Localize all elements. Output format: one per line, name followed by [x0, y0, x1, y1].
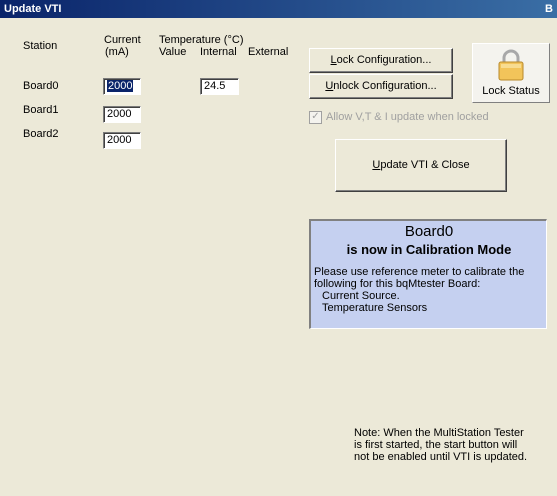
value-header: Value: [159, 46, 187, 58]
calibration-item-current: Current Source.: [322, 290, 400, 302]
current-field-board0[interactable]: 2000: [103, 78, 141, 95]
update-button-label: pdate VTI & Close: [380, 159, 470, 171]
current-value-board2: 2000: [107, 134, 132, 146]
temperature-header: Temperature (°C): [159, 34, 244, 46]
title-bar-right-text: B: [545, 3, 553, 15]
station-label-board0: Board0: [23, 80, 59, 92]
calibration-line2: following for this bqMtester Board:: [314, 278, 481, 290]
unlock-configuration-button[interactable]: Unlock Configuration...: [309, 74, 453, 99]
lock-status-panel: Lock Status: [472, 43, 550, 103]
internal-temp-field-board0[interactable]: 24.5: [200, 78, 239, 95]
calibration-mode-panel: Board0 is now in Calibration Mode Please…: [309, 219, 547, 329]
current-header-line2: (mA): [105, 46, 129, 58]
update-vti-close-button[interactable]: Update VTI & Close: [335, 139, 507, 192]
station-header: Station: [23, 40, 58, 52]
external-header: External: [248, 46, 289, 58]
current-value-board0: 2000: [107, 80, 134, 92]
internal-temp-value-board0: 24.5: [204, 80, 226, 92]
unlock-button-label: nlock Configuration...: [333, 80, 437, 92]
allow-update-checkbox[interactable]: ✓: [309, 111, 322, 124]
current-field-board1[interactable]: 2000: [103, 106, 141, 123]
calibration-item-temperature: Temperature Sensors: [322, 302, 428, 314]
padlock-icon: [498, 49, 524, 81]
title-bar[interactable]: Update VTI B: [0, 0, 557, 18]
update-vti-window: Update VTI B Station Current (mA) Temper…: [0, 0, 557, 496]
note-line1: Note: When the MultiStation Tester: [354, 427, 524, 439]
note-line2: is first started, the start button will: [354, 439, 518, 451]
current-value-board1: 2000: [107, 108, 132, 120]
lock-button-label: ock Configuration...: [336, 54, 432, 66]
station-label-board1: Board1: [23, 104, 59, 116]
startup-note: Note: When the MultiStation Tester is fi…: [354, 427, 527, 463]
lock-status-label: Lock Status: [482, 85, 540, 97]
calibration-board-name: Board0: [404, 223, 454, 240]
current-header-line1: Current: [104, 34, 141, 46]
calibration-line1: Please use reference meter to calibrate …: [314, 266, 525, 278]
lock-configuration-button[interactable]: Lock Configuration...: [309, 48, 453, 73]
allow-update-label: Allow V,T & I update when locked: [326, 111, 489, 123]
internal-header: Internal: [200, 46, 237, 58]
calibration-headline: is now in Calibration Mode: [346, 242, 512, 257]
current-field-board2[interactable]: 2000: [103, 132, 141, 149]
current-header: Current (mA): [104, 34, 141, 58]
window-title: Update VTI: [4, 3, 62, 15]
station-label-board2: Board2: [23, 128, 59, 140]
calibration-instructions: Please use reference meter to calibrate …: [314, 266, 524, 314]
note-line3: not be enabled until VTI is updated.: [354, 451, 528, 463]
